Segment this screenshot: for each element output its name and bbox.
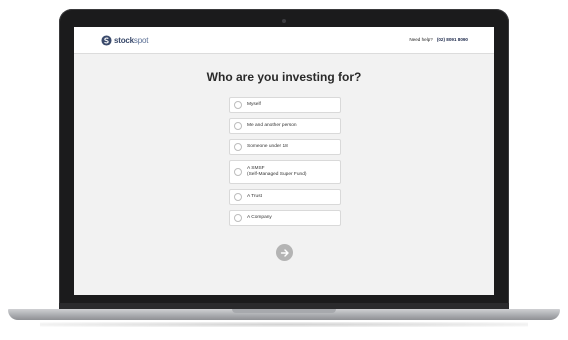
option-myself[interactable]: Myself	[229, 97, 341, 113]
option-sublabel: (Self-Managed Super Fund)	[247, 172, 307, 177]
arrow-right-icon	[280, 248, 289, 257]
option-company[interactable]: A Company	[229, 210, 341, 226]
laptop-screen: stockspot Need help? (02) 8091 8090 Who …	[74, 27, 494, 295]
logo-text-stock: stock	[114, 35, 134, 45]
radio-button[interactable]	[234, 168, 242, 176]
option-label: Me and another person	[247, 123, 297, 128]
next-button[interactable]	[276, 244, 293, 261]
webcam	[282, 19, 286, 23]
radio-button[interactable]	[234, 193, 242, 201]
option-label: A Trust	[247, 194, 262, 199]
option-label: Myself	[247, 102, 261, 107]
stockspot-logo[interactable]: stockspot	[101, 34, 148, 46]
laptop-base-notch	[232, 309, 336, 313]
help-section: Need help? (02) 8091 8090	[409, 37, 468, 42]
option-label: Someone under 18	[247, 144, 288, 149]
logo-mark-icon	[101, 34, 112, 46]
logo-text: stockspot	[114, 36, 148, 45]
radio-button[interactable]	[234, 214, 242, 222]
radio-button[interactable]	[234, 122, 242, 130]
laptop-shadow	[40, 322, 528, 327]
radio-button[interactable]	[234, 143, 242, 151]
option-smsf[interactable]: A SMSF (Self-Managed Super Fund)	[229, 160, 341, 184]
option-trust[interactable]: A Trust	[229, 189, 341, 205]
option-someone-under-18[interactable]: Someone under 18	[229, 139, 341, 155]
help-phone-link[interactable]: (02) 8091 8090	[437, 37, 468, 42]
page-title: Who are you investing for?	[206, 70, 362, 84]
radio-button[interactable]	[234, 101, 242, 109]
logo-text-spot: spot	[133, 35, 149, 45]
option-me-and-another[interactable]: Me and another person	[229, 118, 341, 134]
option-label: A Company	[247, 215, 272, 220]
option-label-group: A SMSF (Self-Managed Super Fund)	[247, 166, 306, 178]
help-label: Need help?	[409, 37, 433, 42]
top-navigation-bar: stockspot Need help? (02) 8091 8090	[74, 27, 494, 54]
